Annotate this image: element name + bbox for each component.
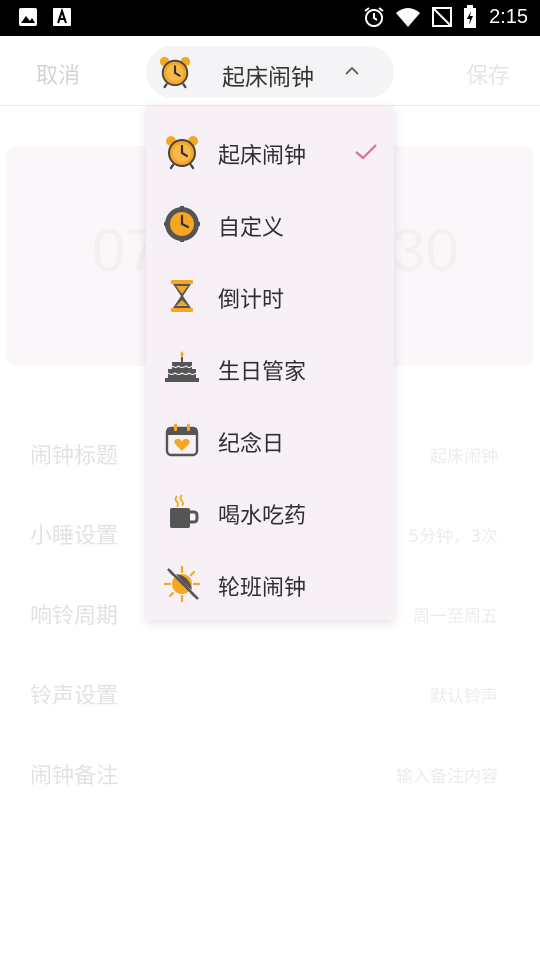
- menu-item-label: 倒计时: [218, 288, 285, 313]
- font-icon: [53, 7, 71, 26]
- cancel-button[interactable]: 取消: [36, 58, 80, 90]
- row-note[interactable]: 闹钟备注 输入备注内容: [0, 736, 540, 816]
- hourglass-icon: [171, 280, 193, 312]
- menu-item-label: 起床闹钟: [218, 144, 307, 169]
- no-signal-icon: [432, 7, 453, 27]
- save-button[interactable]: 保存: [466, 58, 510, 90]
- gallery-icon: [19, 8, 37, 26]
- alarm-clock-icon: [166, 136, 198, 170]
- menu-item-custom[interactable]: 自定义: [146, 188, 394, 260]
- menu-item-label: 自定义: [218, 216, 285, 241]
- row-value: 5分钟，3次: [408, 527, 498, 547]
- row-label: 小睡设置: [30, 524, 119, 549]
- menu-item-water-medicine[interactable]: 喝水吃药: [146, 476, 394, 548]
- row-value: 周一至周五: [413, 607, 498, 627]
- alarm-clock-icon: [159, 56, 191, 89]
- alarm-type-menu: 起床闹钟 自定义 倒计时 生日管家 纪念日 喝水吃药 轮班闹钟: [146, 106, 394, 620]
- menu-item-shift[interactable]: 轮班闹钟: [146, 548, 394, 620]
- chevron-up-icon: [345, 66, 359, 75]
- menu-item-wakeup[interactable]: 起床闹钟: [146, 116, 394, 188]
- row-label: 铃声设置: [30, 684, 119, 709]
- row-value: 默认铃声: [430, 687, 498, 707]
- gear-clock-icon: [164, 206, 200, 242]
- row-label: 闹钟备注: [30, 764, 119, 789]
- row-label: 闹钟标题: [30, 444, 119, 469]
- checkmark-icon: [355, 144, 377, 160]
- battery-charging-icon: [464, 5, 477, 28]
- calendar-heart-icon: [165, 424, 199, 457]
- row-label: 响铃周期: [30, 604, 119, 629]
- menu-item-label: 纪念日: [218, 432, 285, 457]
- alarm-type-selector[interactable]: 起床闹钟: [146, 46, 394, 98]
- row-value: 起床闹钟: [430, 447, 498, 467]
- selected-type-label: 起床闹钟: [222, 65, 314, 91]
- status-bar: 2:15: [0, 0, 540, 36]
- menu-item-label: 轮班闹钟: [218, 576, 307, 601]
- mug-icon: [170, 494, 199, 528]
- birthday-cake-icon: [165, 351, 199, 382]
- row-value: 输入备注内容: [396, 767, 498, 787]
- menu-item-anniversary[interactable]: 纪念日: [146, 404, 394, 476]
- clock-time: 2:15: [489, 5, 528, 28]
- top-bar: 取消 起床闹钟 保存: [0, 36, 540, 106]
- menu-item-countdown[interactable]: 倒计时: [146, 260, 394, 332]
- minute-display: 30: [392, 217, 459, 284]
- menu-item-label: 喝水吃药: [218, 504, 307, 529]
- wifi-icon: [396, 8, 421, 27]
- row-ringtone[interactable]: 铃声设置 默认铃声: [0, 656, 540, 736]
- alarm-icon: [364, 7, 384, 27]
- menu-item-birthday[interactable]: 生日管家: [146, 332, 394, 404]
- shift-sun-icon: [164, 566, 200, 602]
- menu-item-label: 生日管家: [218, 360, 307, 385]
